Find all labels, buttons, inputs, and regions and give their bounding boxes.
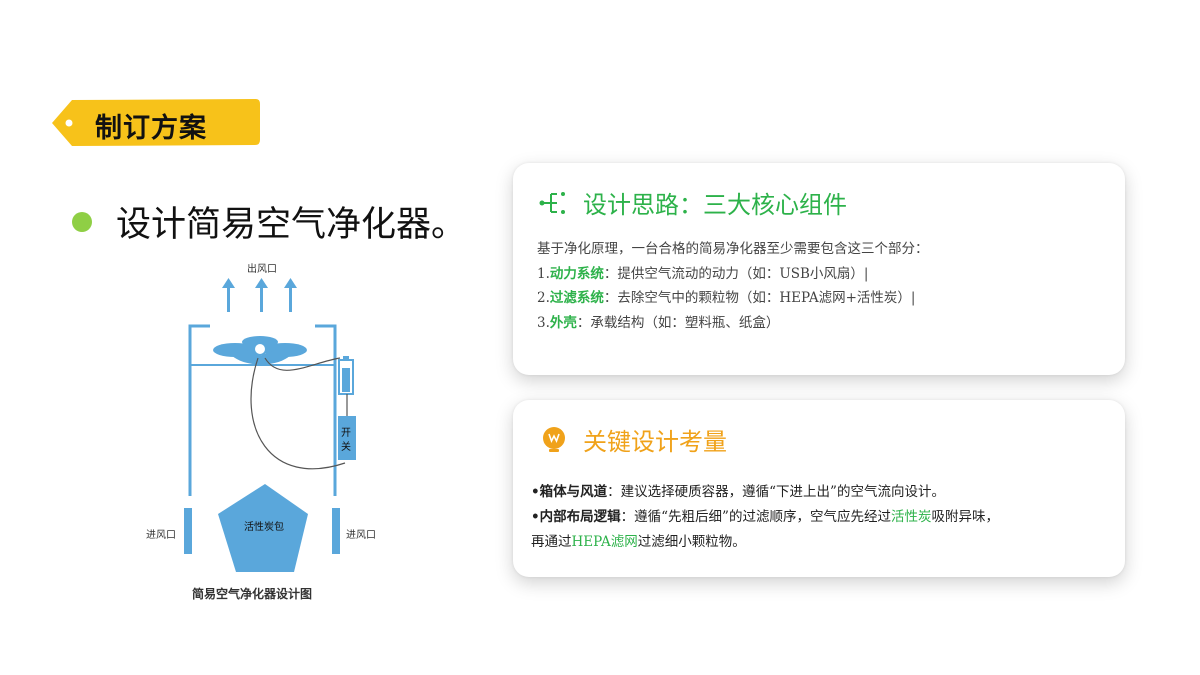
list-item: 3.外壳：承载结构（如：塑料瓶、纸盒） xyxy=(537,314,780,331)
bullet-dot xyxy=(72,211,92,232)
diagram-caption: 简易空气净化器设计图 xyxy=(192,587,313,601)
list-item: 再通过HEPA滤网过滤细小颗粒物。 xyxy=(531,534,746,550)
design-idea-header: 设计思路：三大核心组件 xyxy=(539,185,847,220)
section-tag: 制订方案 xyxy=(50,98,260,146)
lightbulb-icon xyxy=(539,425,569,455)
list-item: •内部布局逻辑：遵循“先粗后细”的过滤顺序，空气应先经过活性炭吸附异味， xyxy=(531,509,999,525)
key-considerations-title: 关键设计考量 xyxy=(583,428,727,456)
design-idea-title: 设计思路：三大核心组件 xyxy=(583,191,847,219)
design-idea-body: 基于净化原理，一台合格的简易净化器至少需要包含这三个部分： 1.动力系统：提供空… xyxy=(537,237,929,335)
main-heading: 设计简易空气净化器。 xyxy=(72,196,466,247)
design-idea-card: 设计思路：三大核心组件 基于净化原理，一台合格的简易净化器至少需要包含这三个部分… xyxy=(513,163,1125,375)
carbon-label: 活性炭包 xyxy=(244,520,284,533)
flow-icon xyxy=(539,189,569,217)
list-item: 2.过滤系统：去除空气中的颗粒物（如：HEPA滤网+活性炭）| xyxy=(537,290,916,306)
key-considerations-header: 关键设计考量 xyxy=(539,422,727,457)
switch-label-2: 关 xyxy=(341,440,351,453)
switch-label-1: 开 xyxy=(341,428,351,439)
design-idea-intro: 基于净化原理，一台合格的简易净化器至少需要包含这三个部分： xyxy=(537,241,929,257)
key-considerations-body: •箱体与风道：建议选择硬质容器，遵循“下进上出”的空气流向设计。 •内部布局逻辑… xyxy=(531,480,999,555)
outlet-label: 出风口 xyxy=(247,262,277,275)
inlet-left-label: 进风口 xyxy=(146,529,176,541)
tag-label: 制订方案 xyxy=(95,113,207,144)
fan xyxy=(213,336,307,365)
heading-text: 设计简易空气净化器。 xyxy=(116,205,467,245)
purifier-diagram: 出风口 开 关 进风口 进风口 活性炭包 xyxy=(140,258,400,578)
list-item: 1.动力系统：提供空气流动的动力（如：USB小风扇）| xyxy=(537,265,869,282)
list-item: •箱体与风道：建议选择硬质容器，遵循“下进上出”的空气流向设计。 xyxy=(531,484,945,500)
key-considerations-card: 关键设计考量 •箱体与风道：建议选择硬质容器，遵循“下进上出”的空气流向设计。 … xyxy=(513,400,1125,577)
airflow-arrows xyxy=(222,278,297,312)
inlet-right-label: 进风口 xyxy=(346,529,376,541)
